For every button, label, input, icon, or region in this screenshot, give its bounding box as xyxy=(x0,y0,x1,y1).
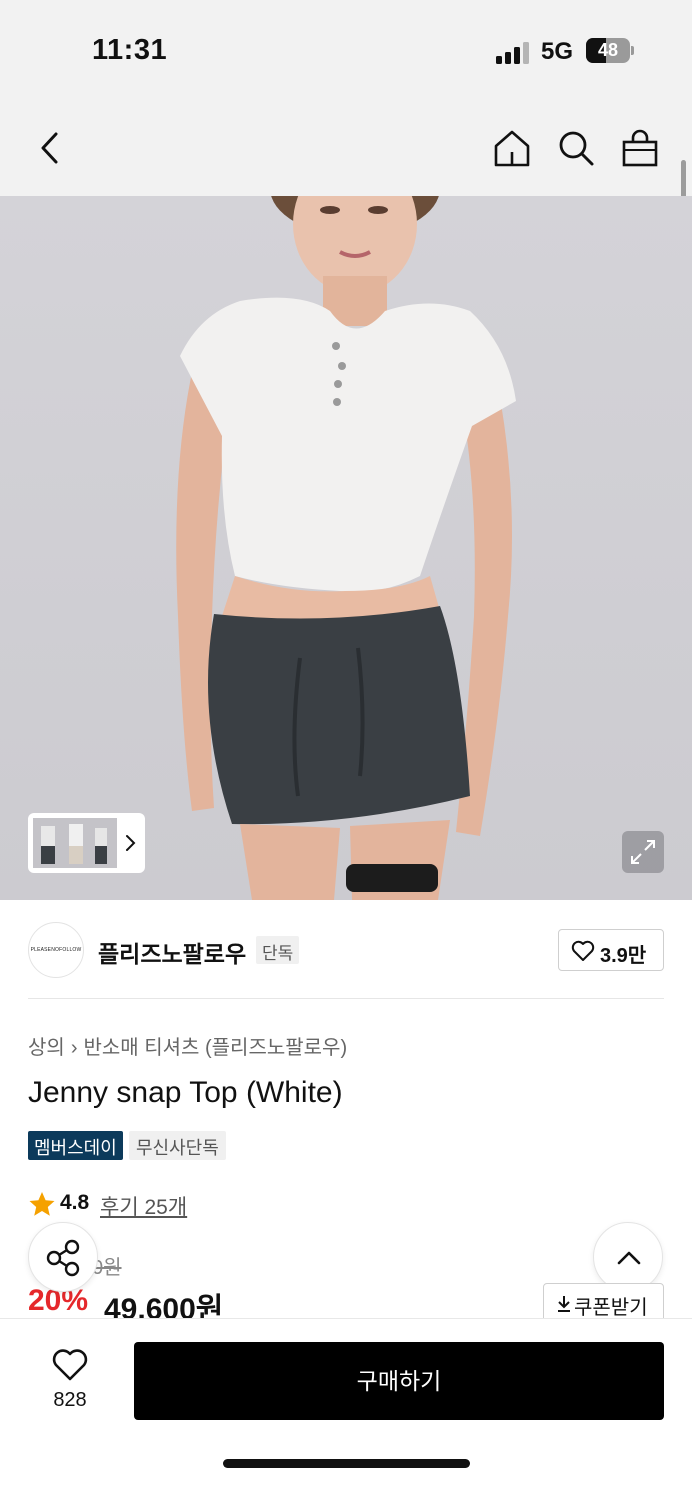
status-bar: 11:31 5G 48 xyxy=(0,0,692,100)
buy-button[interactable]: 구매하기 xyxy=(134,1342,664,1420)
musinsa-exclusive-tag: 무신사단독 xyxy=(129,1131,226,1160)
expand-icon xyxy=(631,840,655,864)
network-label: 5G xyxy=(541,38,574,65)
share-icon xyxy=(46,1239,80,1277)
brand-like-button[interactable]: 3.9만 xyxy=(558,929,664,971)
brand-logo[interactable]: PLEASENOFOLLOW xyxy=(28,922,84,978)
breadcrumb-category[interactable]: 상의 xyxy=(28,1037,65,1059)
heart-icon xyxy=(571,940,595,961)
share-button[interactable] xyxy=(28,1222,98,1292)
chevron-right-icon[interactable] xyxy=(121,829,141,857)
coupon-button[interactable]: 쿠폰받기 xyxy=(543,1283,664,1323)
search-icon[interactable] xyxy=(556,128,596,168)
battery-icon: 48 xyxy=(586,38,630,63)
exclusive-badge: 단독 xyxy=(256,936,300,964)
wishlist-heart-icon[interactable] xyxy=(51,1348,89,1382)
model-photo xyxy=(176,196,516,900)
wishlist-count: 828 xyxy=(53,1389,87,1411)
breadcrumb: 상의 › 반소매 티셔츠 (플리즈노팔로우) xyxy=(28,1031,347,1060)
download-icon xyxy=(558,1296,570,1312)
product-image[interactable] xyxy=(0,196,692,900)
review-link[interactable]: 후기 25개 xyxy=(100,1191,187,1221)
back-icon[interactable] xyxy=(32,128,72,168)
coupon-label: 쿠폰받기 xyxy=(574,1297,648,1319)
breadcrumb-subcategory[interactable]: 반소매 티셔츠 (플리즈노팔로우) xyxy=(83,1037,347,1059)
brand-logo-text: PLEASENOFOLLOW xyxy=(30,947,82,953)
scroll-top-button[interactable] xyxy=(593,1222,663,1292)
battery-tip xyxy=(631,46,634,55)
thumbnail-image[interactable] xyxy=(33,818,117,868)
brand-like-count: 3.9만 xyxy=(600,945,647,967)
star-icon xyxy=(29,1192,55,1216)
member-day-tag: 멤버스데이 xyxy=(28,1131,123,1160)
nav-bar xyxy=(0,100,692,196)
bottom-action-bar: 828 구매하기 xyxy=(0,1318,692,1500)
product-title: Jenny snap Top (White) xyxy=(28,1076,343,1109)
expand-button[interactable] xyxy=(622,831,664,873)
status-time: 11:31 xyxy=(92,34,168,66)
thumbnail-strip[interactable] xyxy=(28,813,145,873)
shopping-bag-icon[interactable] xyxy=(620,128,660,168)
battery-level: 48 xyxy=(597,40,619,60)
signal-icon xyxy=(496,42,532,64)
home-indicator xyxy=(223,1459,470,1468)
chevron-right-icon: › xyxy=(70,1037,78,1059)
home-icon[interactable] xyxy=(492,128,532,168)
rating-value: 4.8 xyxy=(60,1191,90,1214)
brand-name[interactable]: 플리즈노팔로우 xyxy=(98,935,246,969)
divider xyxy=(28,998,664,999)
